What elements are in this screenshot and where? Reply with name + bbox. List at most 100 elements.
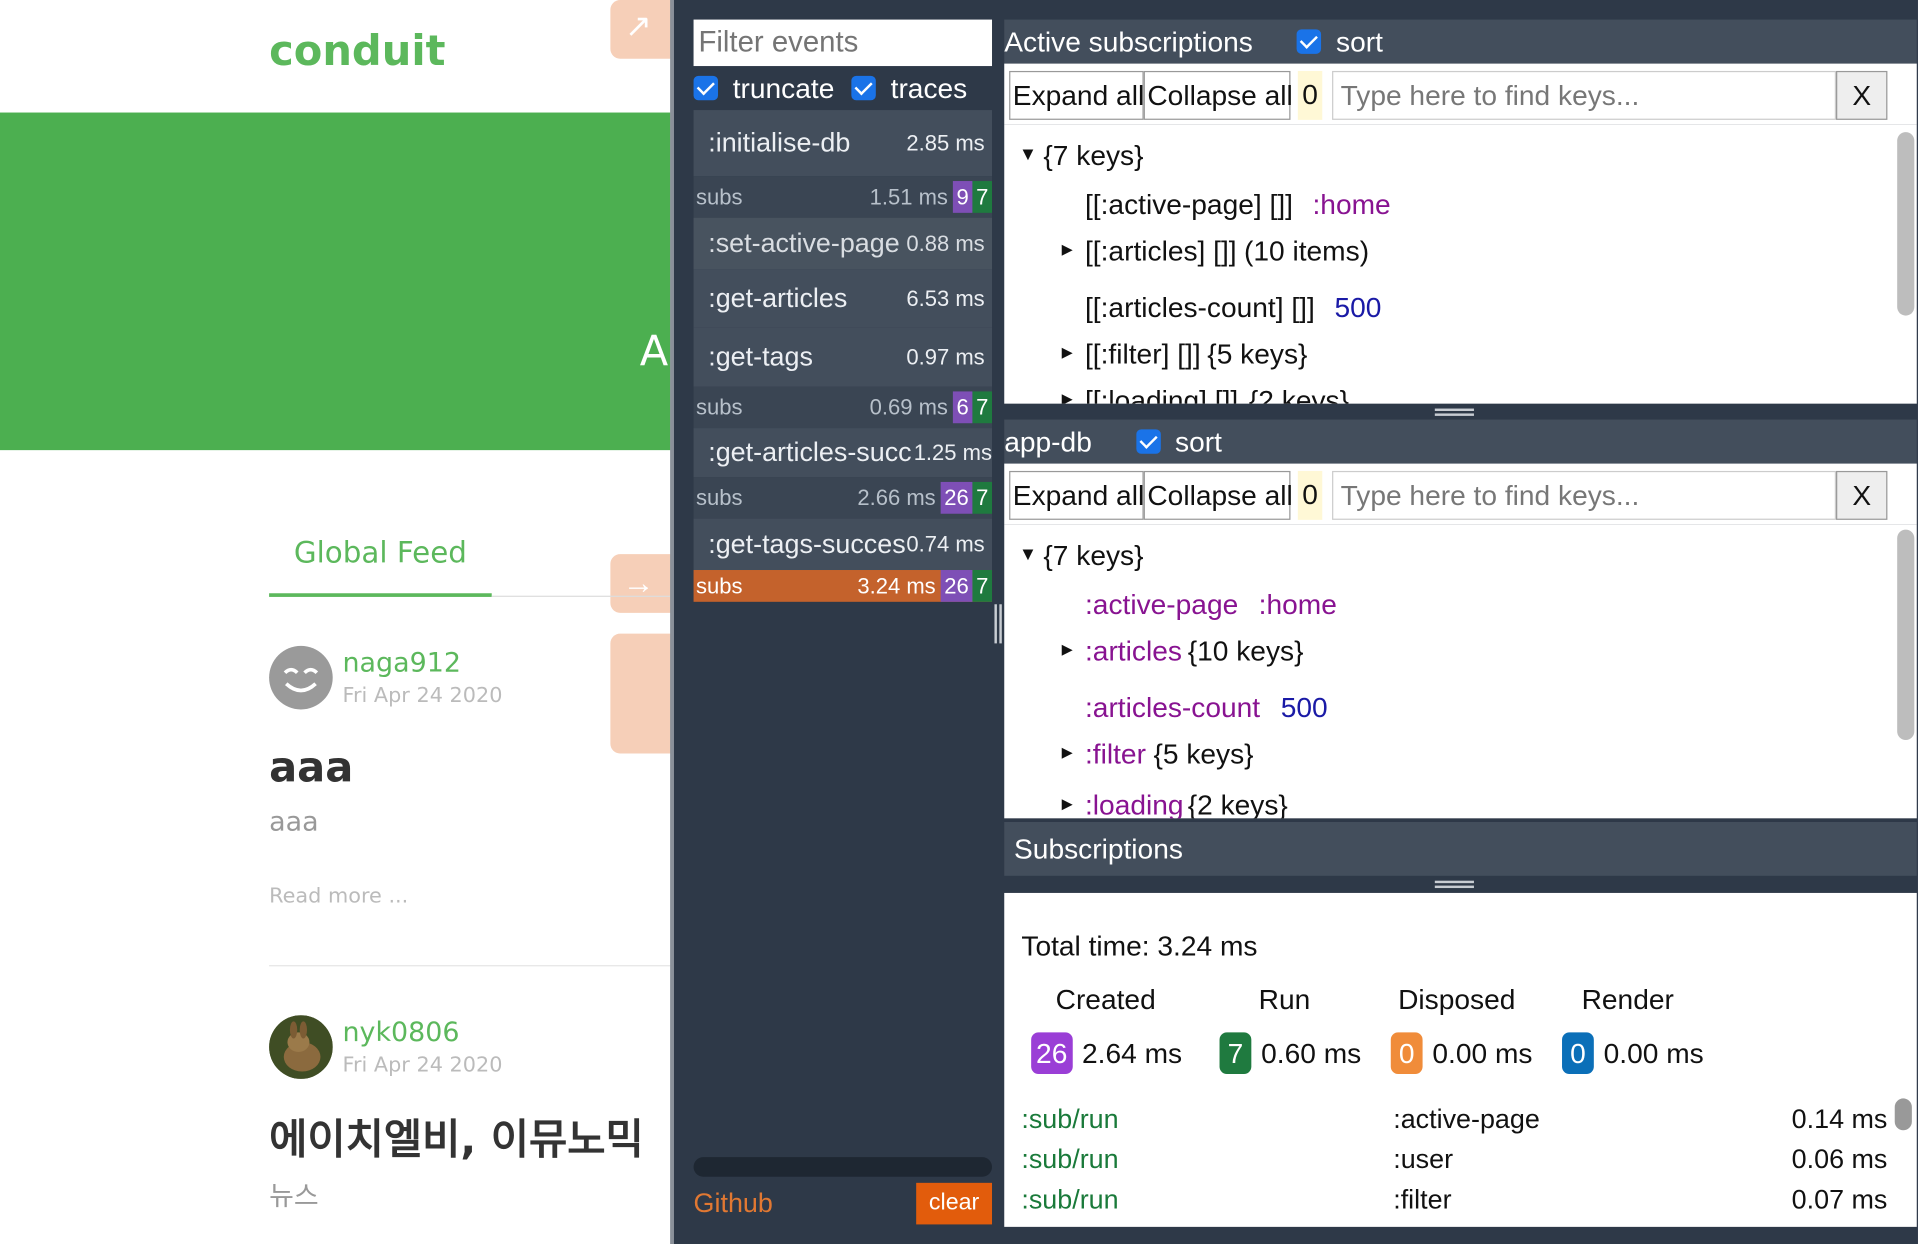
subscription-row[interactable]: :sub/run :active-page 0.14 ms bbox=[1004, 1103, 1917, 1140]
event-row[interactable]: :get-articles-succ 1.25 ms bbox=[693, 428, 993, 478]
render-time: 0.00 ms bbox=[1603, 1036, 1704, 1069]
read-more-link[interactable]: Read more ... bbox=[269, 884, 408, 908]
tree-key: :articles bbox=[1084, 634, 1182, 667]
run-badge: 7 bbox=[1219, 1032, 1252, 1074]
subs-row[interactable]: subs 2.66 ms 26 7 bbox=[693, 477, 993, 519]
event-row[interactable]: :initialise-db 2.85 ms bbox=[693, 110, 993, 177]
subs-created-badge: 9 bbox=[952, 181, 973, 213]
clear-button[interactable]: clear bbox=[916, 1182, 993, 1225]
github-link[interactable]: Github bbox=[694, 1183, 773, 1225]
sub-op: :sub/run bbox=[1021, 1103, 1119, 1134]
sub-time: 0.14 ms bbox=[1791, 1103, 1888, 1134]
vertical-scrollbar[interactable] bbox=[1894, 1098, 1912, 1131]
float-button-mid[interactable]: → bbox=[610, 554, 671, 613]
tab-global-feed[interactable]: Global Feed bbox=[269, 536, 492, 570]
clear-search-button[interactable]: X bbox=[1836, 70, 1888, 120]
tree-root: {7 keys} bbox=[1043, 139, 1144, 172]
tree-value: :home bbox=[1312, 188, 1391, 221]
event-row[interactable]: :get-articles 6.53 ms bbox=[693, 269, 993, 328]
float-button-top[interactable]: ↗ bbox=[610, 0, 671, 59]
event-row[interactable]: :get-tags 0.97 ms bbox=[693, 327, 993, 387]
clear-search-button[interactable]: X bbox=[1836, 470, 1888, 520]
article-author[interactable]: naga912 bbox=[342, 648, 460, 679]
tree-key: [[:articles-count] []] bbox=[1084, 291, 1315, 323]
avatar[interactable] bbox=[269, 1015, 333, 1079]
disposed-stat: 0 0.00 ms bbox=[1390, 1032, 1533, 1074]
find-keys-input[interactable]: Type here to find keys... bbox=[1332, 70, 1837, 120]
render-stat: 0 0.00 ms bbox=[1562, 1032, 1704, 1074]
resize-handle-horizontal[interactable] bbox=[1434, 408, 1474, 416]
disposed-time: 0.00 ms bbox=[1432, 1036, 1533, 1069]
created-badge: 26 bbox=[1031, 1032, 1073, 1074]
expand-all-button[interactable]: Expand all bbox=[1009, 470, 1144, 520]
tree-root: {7 keys} bbox=[1043, 539, 1144, 572]
tree-key: :filter bbox=[1084, 737, 1146, 770]
traces-checkbox[interactable] bbox=[851, 75, 876, 101]
subs-run-badge: 7 bbox=[972, 570, 993, 602]
triangle-right-icon[interactable]: ► bbox=[1058, 342, 1076, 363]
tree-value: {10 keys} bbox=[1187, 634, 1304, 667]
run-stat: 7 0.60 ms bbox=[1219, 1032, 1361, 1074]
hero-banner bbox=[0, 112, 671, 451]
subs-row[interactable]: subs 0.69 ms 6 7 bbox=[693, 386, 993, 429]
subs-created-badge: 26 bbox=[940, 570, 973, 602]
tree-key: [[:loading] []] bbox=[1084, 384, 1239, 404]
subs-time: 0.69 ms bbox=[869, 394, 948, 419]
article-title[interactable]: 에이치엘비, 이뮤노믹 bbox=[269, 1106, 644, 1166]
event-row[interactable]: :get-tags-succes 0.74 ms bbox=[693, 518, 993, 571]
triangle-right-icon[interactable]: ► bbox=[1058, 742, 1076, 763]
arrow-up-right-icon: ↗ bbox=[625, 7, 652, 45]
tree-key: :active-page bbox=[1084, 588, 1239, 621]
tree-value: {5 keys} bbox=[1153, 737, 1254, 770]
subs-row-selected[interactable]: subs 3.24 ms 26 7 bbox=[693, 570, 993, 602]
active-subs-toolbar: Expand all Collapse all 0 Type here to f… bbox=[1004, 63, 1917, 125]
truncate-checkbox[interactable] bbox=[693, 75, 719, 101]
subscriptions-header: Subscriptions bbox=[1004, 821, 1917, 876]
tree-value: (10 items) bbox=[1243, 234, 1370, 267]
triangle-right-icon[interactable]: ► bbox=[1058, 794, 1076, 815]
brand-logo[interactable]: conduit bbox=[269, 27, 445, 76]
collapse-all-button[interactable]: Collapse all bbox=[1143, 470, 1293, 520]
subscriptions-panel: Total time: 3.24 ms Created Run Disposed… bbox=[1004, 892, 1917, 1227]
find-keys-input[interactable]: Type here to find keys... bbox=[1332, 470, 1837, 520]
active-subscriptions-header: Active subscriptions sort bbox=[1004, 19, 1917, 64]
event-name: :get-articles-succ bbox=[708, 436, 912, 468]
article-description: aaa bbox=[269, 807, 319, 838]
tree-value: {5 keys} bbox=[1207, 337, 1308, 370]
event-row[interactable]: :set-active-page 0.88 ms bbox=[693, 217, 993, 270]
subs-label: subs bbox=[696, 184, 743, 209]
article-title[interactable]: aaa bbox=[269, 744, 353, 793]
subs-row[interactable]: subs 1.51 ms 9 7 bbox=[693, 176, 993, 218]
avatar[interactable] bbox=[269, 645, 333, 710]
app-db-toolbar: Expand all Collapse all 0 Type here to f… bbox=[1004, 463, 1917, 525]
triangle-right-icon[interactable]: ► bbox=[1058, 240, 1076, 261]
expand-all-button[interactable]: Expand all bbox=[1009, 70, 1144, 120]
triangle-down-icon[interactable]: ▼ bbox=[1019, 544, 1037, 565]
float-panel[interactable] bbox=[610, 633, 671, 754]
triangle-right-icon[interactable]: ► bbox=[1058, 640, 1076, 661]
vertical-scrollbar[interactable] bbox=[1897, 529, 1915, 741]
banner-text: A bbox=[639, 327, 669, 377]
filter-events-input[interactable] bbox=[693, 19, 993, 67]
resize-handle-horizontal[interactable] bbox=[1434, 880, 1474, 889]
triangle-down-icon[interactable]: ▼ bbox=[1019, 144, 1037, 165]
event-time: 6.53 ms bbox=[906, 285, 985, 311]
event-time: 1.25 ms bbox=[913, 439, 993, 465]
article-author[interactable]: nyk0806 bbox=[342, 1018, 459, 1049]
truncate-label: truncate bbox=[732, 71, 835, 104]
event-name: :get-tags bbox=[708, 341, 813, 372]
sort-checkbox[interactable] bbox=[1296, 29, 1322, 54]
subs-created-badge: 6 bbox=[952, 391, 973, 424]
horizontal-scrollbar[interactable] bbox=[693, 1157, 993, 1177]
sort-checkbox[interactable] bbox=[1135, 429, 1161, 454]
sort-label: sort bbox=[1175, 425, 1222, 457]
sort-label: sort bbox=[1336, 25, 1383, 57]
tree-key: :loading bbox=[1084, 788, 1184, 819]
subs-label: subs bbox=[696, 394, 743, 419]
subscription-row[interactable]: :sub/run :filter 0.07 ms bbox=[1004, 1184, 1917, 1221]
vertical-scrollbar[interactable] bbox=[1897, 132, 1915, 316]
collapse-all-button[interactable]: Collapse all bbox=[1143, 70, 1293, 120]
triangle-right-icon[interactable]: ► bbox=[1058, 389, 1076, 404]
subscription-row[interactable]: :sub/run :user 0.06 ms bbox=[1004, 1144, 1917, 1181]
resize-handle-vertical[interactable] bbox=[994, 604, 1002, 644]
